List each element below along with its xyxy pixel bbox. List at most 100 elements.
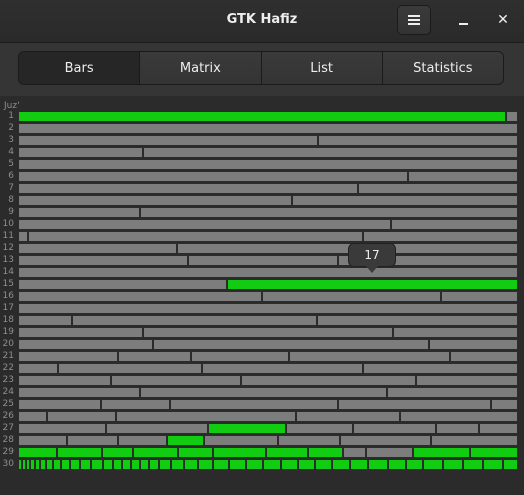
page-segment[interactable] bbox=[449, 351, 518, 362]
memorized-segment[interactable] bbox=[171, 459, 184, 470]
page-segment[interactable] bbox=[170, 399, 338, 410]
page-segment[interactable] bbox=[190, 351, 289, 362]
page-segment[interactable] bbox=[285, 423, 353, 434]
juz-bar[interactable] bbox=[18, 267, 518, 278]
page-segment[interactable] bbox=[393, 327, 518, 338]
page-segment[interactable] bbox=[28, 231, 363, 242]
page-segment[interactable] bbox=[18, 255, 188, 266]
page-segment[interactable] bbox=[18, 231, 28, 242]
memorized-segment[interactable] bbox=[350, 459, 368, 470]
memorized-segment[interactable] bbox=[213, 459, 229, 470]
juz-bar[interactable] bbox=[18, 207, 518, 218]
memorized-segment[interactable] bbox=[229, 459, 246, 470]
juz-bar[interactable] bbox=[18, 123, 518, 134]
page-segment[interactable] bbox=[110, 375, 241, 386]
page-segment[interactable] bbox=[18, 195, 292, 206]
page-segment[interactable] bbox=[100, 399, 170, 410]
juz-bar[interactable] bbox=[18, 339, 518, 350]
memorized-segment[interactable] bbox=[103, 459, 113, 470]
page-segment[interactable] bbox=[366, 447, 413, 458]
memorized-segment[interactable] bbox=[208, 423, 286, 434]
tab-bars[interactable]: Bars bbox=[19, 52, 140, 84]
juz-bar[interactable] bbox=[18, 231, 518, 242]
memorized-segment[interactable] bbox=[212, 447, 266, 458]
page-segment[interactable] bbox=[18, 207, 140, 218]
memorized-segment[interactable] bbox=[388, 459, 406, 470]
memorized-segment[interactable] bbox=[122, 459, 131, 470]
page-segment[interactable] bbox=[390, 219, 518, 230]
juz-bar[interactable] bbox=[18, 411, 518, 422]
minimize-button[interactable] bbox=[452, 9, 474, 31]
page-segment[interactable] bbox=[71, 315, 317, 326]
memorized-segment[interactable] bbox=[265, 447, 308, 458]
memorized-segment[interactable] bbox=[332, 459, 350, 470]
page-segment[interactable] bbox=[399, 411, 518, 422]
page-segment[interactable] bbox=[288, 351, 450, 362]
memorized-segment[interactable] bbox=[246, 459, 263, 470]
page-segment[interactable] bbox=[278, 435, 340, 446]
page-segment[interactable] bbox=[143, 147, 518, 158]
page-segment[interactable] bbox=[358, 183, 518, 194]
page-segment[interactable] bbox=[142, 327, 393, 338]
page-segment[interactable] bbox=[435, 423, 479, 434]
page-segment[interactable] bbox=[18, 351, 118, 362]
page-segment[interactable] bbox=[363, 231, 518, 242]
juz-bar[interactable] bbox=[18, 183, 518, 194]
menu-button[interactable] bbox=[397, 5, 431, 35]
memorized-segment[interactable] bbox=[178, 447, 213, 458]
page-segment[interactable] bbox=[18, 363, 58, 374]
page-segment[interactable] bbox=[18, 315, 72, 326]
page-segment[interactable] bbox=[18, 435, 67, 446]
juz-bar[interactable] bbox=[18, 387, 518, 398]
page-segment[interactable] bbox=[105, 423, 208, 434]
page-segment[interactable] bbox=[240, 375, 416, 386]
page-segment[interactable] bbox=[139, 387, 387, 398]
page-segment[interactable] bbox=[202, 363, 363, 374]
juz-bar[interactable] bbox=[18, 399, 518, 410]
memorized-segment[interactable] bbox=[405, 459, 423, 470]
juz-bar[interactable] bbox=[18, 303, 518, 314]
page-segment[interactable] bbox=[176, 243, 363, 254]
page-segment[interactable] bbox=[139, 207, 518, 218]
juz-bar[interactable] bbox=[18, 195, 518, 206]
memorized-segment[interactable] bbox=[46, 459, 53, 470]
page-segment[interactable] bbox=[18, 411, 47, 422]
page-segment[interactable] bbox=[18, 159, 518, 170]
page-segment[interactable] bbox=[318, 135, 518, 146]
juz-bar[interactable] bbox=[18, 363, 518, 374]
page-segment[interactable] bbox=[188, 255, 338, 266]
page-segment[interactable] bbox=[18, 135, 318, 146]
juz-bar[interactable] bbox=[18, 255, 518, 266]
page-segment[interactable] bbox=[479, 423, 518, 434]
page-segment[interactable] bbox=[18, 183, 358, 194]
page-segment[interactable] bbox=[18, 291, 262, 302]
page-segment[interactable] bbox=[58, 363, 202, 374]
page-segment[interactable] bbox=[429, 339, 518, 350]
page-segment[interactable] bbox=[261, 291, 441, 302]
page-segment[interactable] bbox=[338, 399, 491, 410]
juz-bar[interactable] bbox=[18, 111, 518, 122]
memorized-segment[interactable] bbox=[113, 459, 122, 470]
juz-bar[interactable] bbox=[18, 279, 518, 290]
page-segment[interactable] bbox=[316, 315, 518, 326]
memorized-segment[interactable] bbox=[280, 459, 298, 470]
page-segment[interactable] bbox=[115, 411, 296, 422]
juz-bar[interactable] bbox=[18, 435, 518, 446]
memorized-segment[interactable] bbox=[463, 459, 483, 470]
page-segment[interactable] bbox=[18, 303, 518, 314]
page-segment[interactable] bbox=[118, 351, 191, 362]
memorized-segment[interactable] bbox=[413, 447, 470, 458]
page-segment[interactable] bbox=[18, 339, 153, 350]
page-segment[interactable] bbox=[203, 435, 278, 446]
page-segment[interactable] bbox=[18, 399, 101, 410]
memorized-segment[interactable] bbox=[149, 459, 159, 470]
page-segment[interactable] bbox=[18, 423, 106, 434]
juz-bar[interactable] bbox=[18, 423, 518, 434]
memorized-segment[interactable] bbox=[184, 459, 198, 470]
memorized-segment[interactable] bbox=[18, 447, 57, 458]
juz-bar[interactable] bbox=[18, 447, 518, 458]
memorized-segment[interactable] bbox=[18, 111, 506, 122]
close-button[interactable]: ✕ bbox=[492, 9, 514, 31]
memorized-segment[interactable] bbox=[308, 447, 343, 458]
page-segment[interactable] bbox=[363, 363, 518, 374]
